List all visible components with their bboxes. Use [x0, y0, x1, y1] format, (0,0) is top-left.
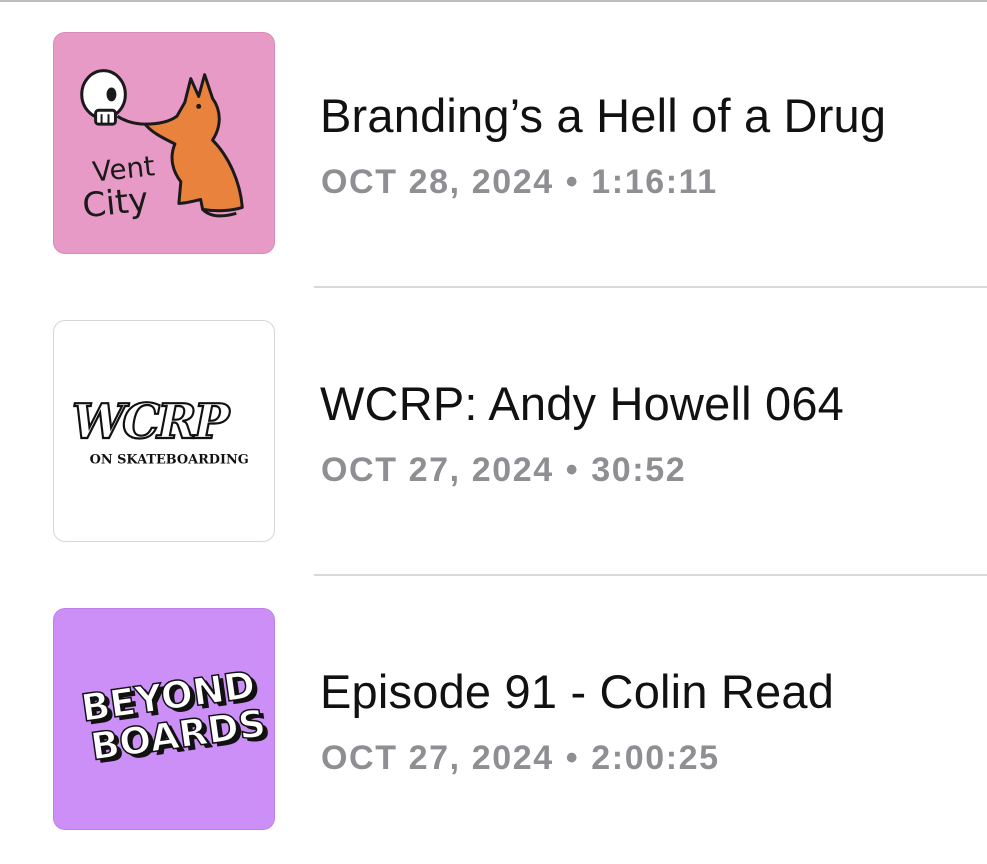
episode-row[interactable]: Vent City Branding’s a Hell of a Drug OC… — [0, 0, 987, 288]
episode-date: OCT 28, 2024 — [321, 163, 554, 201]
episode-row[interactable]: BEYOND BEYOND BOARDS BOARDS Episode 91 -… — [0, 576, 987, 864]
episode-meta: OCT 27, 2024 • 30:52 — [321, 451, 686, 490]
episode-artwork: WCRP ON SKATEBOARDING — [53, 320, 275, 542]
meta-separator-dot: • — [565, 739, 580, 777]
episode-duration: 1:16:11 — [591, 163, 718, 201]
meta-separator-dot: • — [565, 451, 580, 489]
episode-meta: OCT 27, 2024 • 2:00:25 — [321, 739, 720, 778]
episode-artwork: Vent City — [53, 32, 275, 254]
meta-separator-dot: • — [565, 163, 580, 201]
episode-meta: OCT 28, 2024 • 1:16:11 — [321, 163, 718, 202]
artwork-line-2: City — [80, 180, 150, 226]
episode-artwork: BEYOND BEYOND BOARDS BOARDS — [53, 608, 275, 830]
episode-date: OCT 27, 2024 — [321, 739, 554, 777]
episode-title[interactable]: Branding’s a Hell of a Drug — [320, 88, 886, 143]
beyond-boards-logo-artwork-icon: BEYOND BEYOND BOARDS BOARDS — [78, 662, 273, 773]
episode-title[interactable]: Episode 91 - Colin Read — [320, 664, 834, 719]
episode-row[interactable]: WCRP ON SKATEBOARDING WCRP: Andy Howell … — [0, 288, 987, 576]
skull-and-dog-artwork-icon: Vent City — [80, 69, 244, 226]
episode-title[interactable]: WCRP: Andy Howell 064 — [320, 376, 844, 431]
episode-duration: 30:52 — [591, 451, 687, 489]
episode-date: OCT 27, 2024 — [321, 451, 554, 489]
artwork-line-1: WCRP — [72, 394, 231, 450]
wcrp-logo-artwork-icon: WCRP ON SKATEBOARDING — [71, 393, 249, 468]
episode-duration: 2:00:25 — [591, 739, 720, 777]
artwork-line-2: ON SKATEBOARDING — [90, 453, 249, 468]
